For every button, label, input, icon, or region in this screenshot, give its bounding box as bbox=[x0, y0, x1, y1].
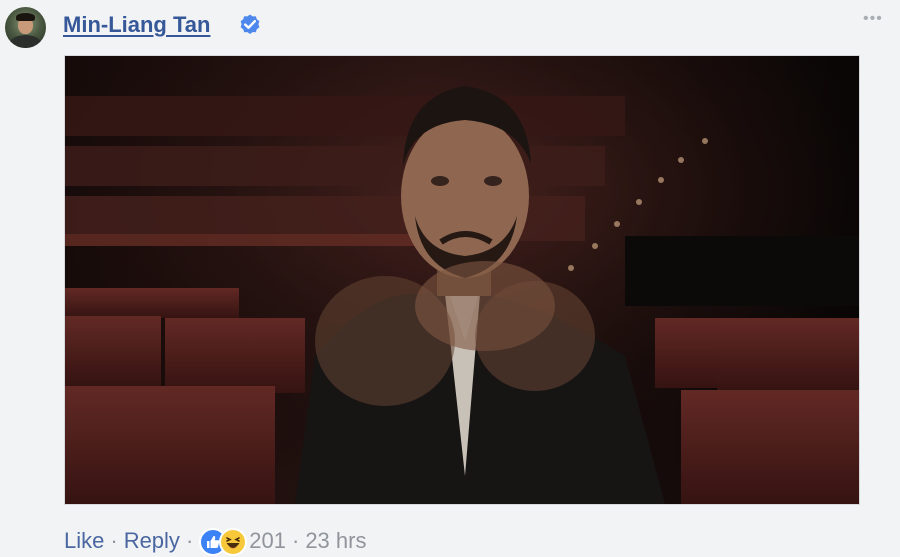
haha-reaction-icon bbox=[219, 528, 248, 556]
author-name-link[interactable]: Min-Liang Tan bbox=[63, 10, 210, 40]
separator: · bbox=[291, 528, 300, 553]
reaction-count[interactable]: 201 bbox=[249, 528, 286, 553]
verified-badge-icon bbox=[240, 14, 260, 34]
more-options-icon[interactable]: ••• bbox=[863, 11, 891, 27]
comment-timestamp[interactable]: 23 hrs bbox=[305, 528, 366, 553]
avatar-hair bbox=[16, 13, 35, 21]
reply-link[interactable]: Reply bbox=[124, 528, 180, 553]
reactions-summary[interactable] bbox=[199, 526, 249, 556]
author-avatar[interactable] bbox=[5, 7, 46, 48]
separator: · bbox=[110, 528, 118, 553]
avatar-shoulders bbox=[9, 35, 42, 48]
comment-action-bar: Like · Reply · 201 · 23 hrs bbox=[64, 526, 366, 556]
comment-media-gif[interactable] bbox=[64, 55, 860, 505]
like-link[interactable]: Like bbox=[64, 528, 104, 553]
gif-frame bbox=[65, 56, 859, 504]
separator: · bbox=[185, 528, 194, 553]
